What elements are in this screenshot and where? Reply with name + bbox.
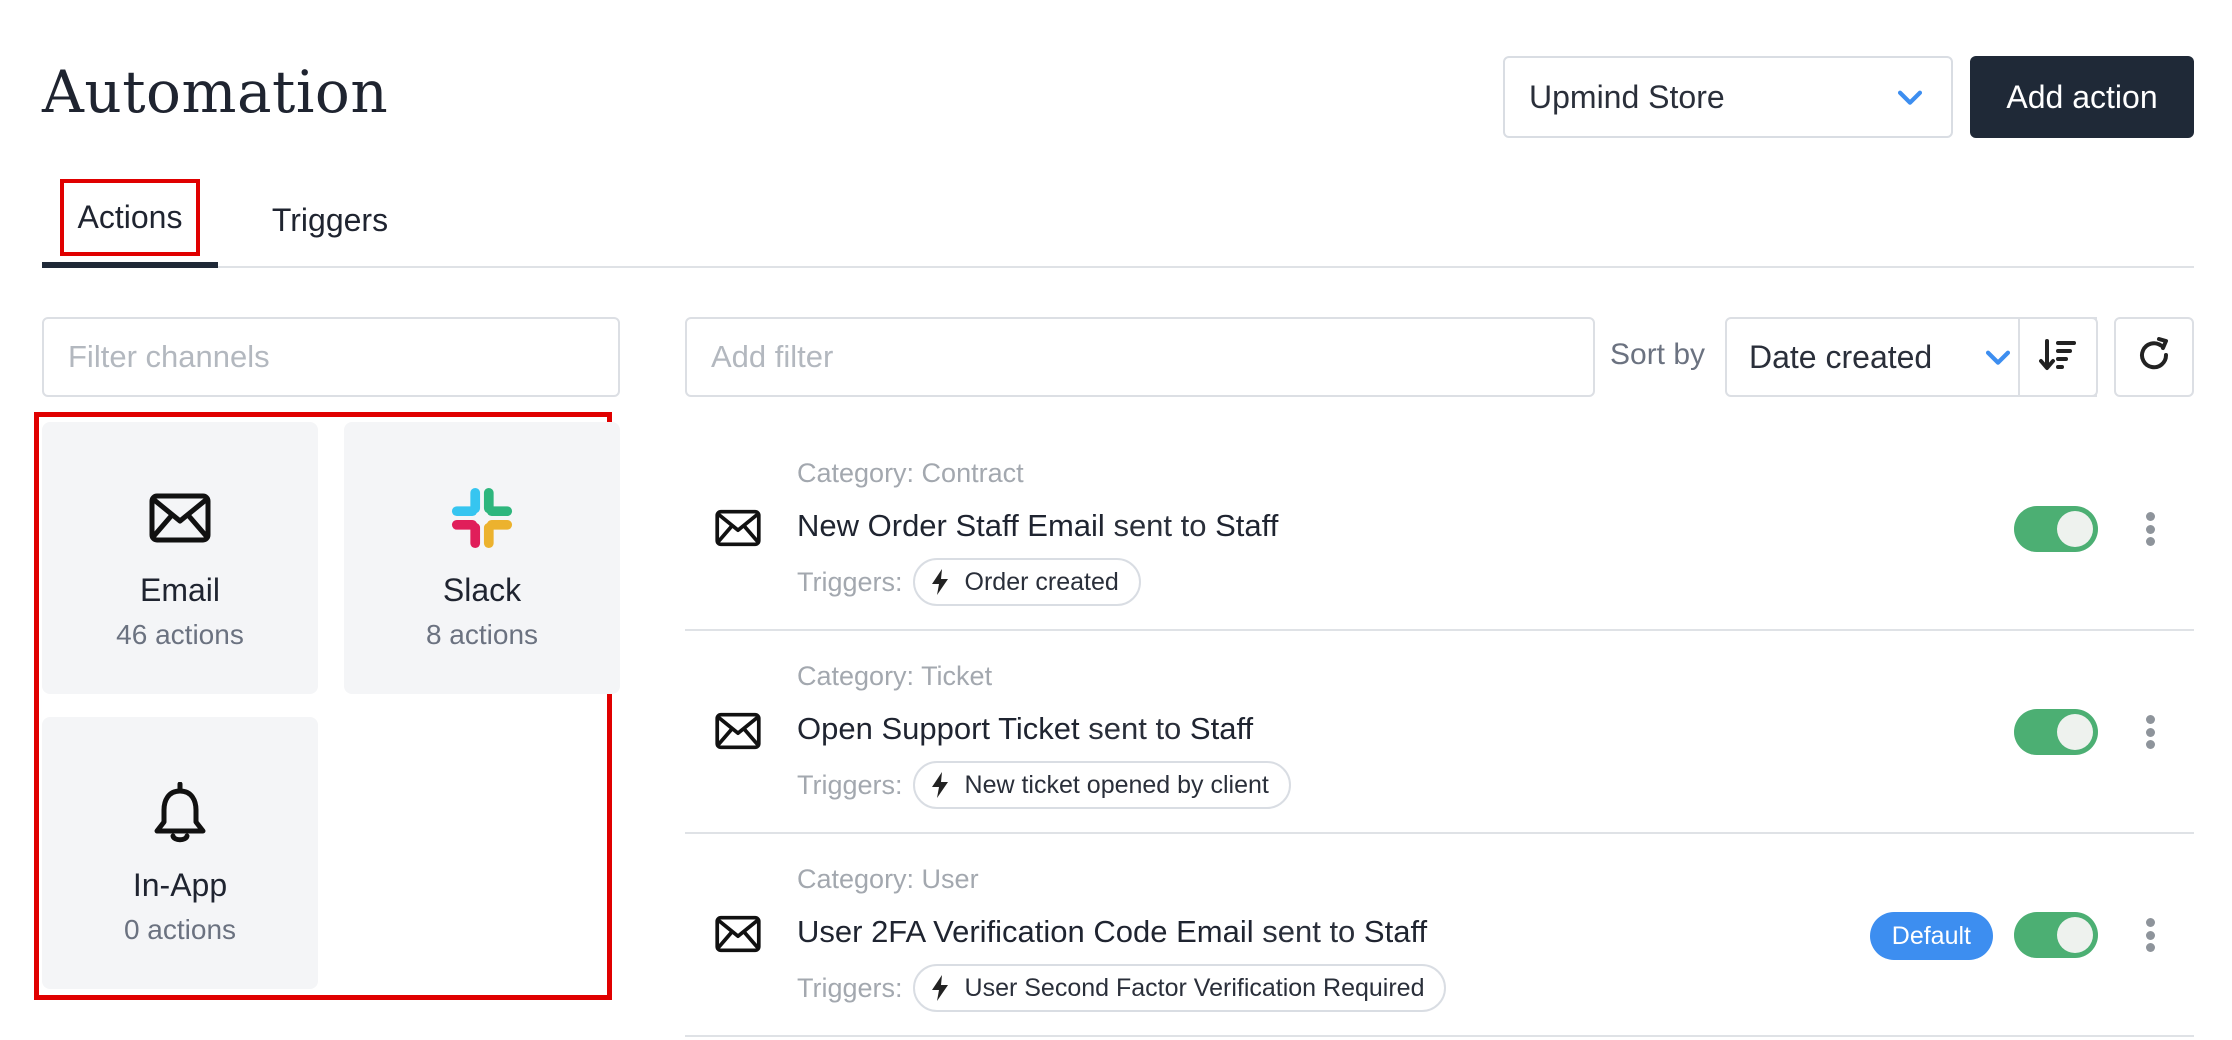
trigger-name: Order created [964,567,1119,596]
list-item[interactable]: Category: Contract New Order Staff Email… [685,428,2194,631]
action-enabled-toggle[interactable] [2014,912,2098,958]
refresh-icon [2135,336,2173,379]
triggers-label: Triggers: [797,566,903,597]
action-name: Open Support Ticket [797,711,1080,746]
action-sent-to: sent to [1088,711,1182,746]
default-badge: Default [1869,912,1993,960]
action-triggers: Triggers: Order created [797,558,1141,606]
channels-grid: Email 46 actions Slack 8 actions In-App … [34,412,620,1000]
channel-card-email[interactable]: Email 46 actions [42,422,318,694]
tab-actions-label: Actions [59,178,201,256]
store-select[interactable]: Upmind Store [1503,56,1953,138]
store-select-value: Upmind Store [1529,78,1725,115]
lightning-icon [931,569,948,595]
filter-channels-input[interactable] [42,317,620,397]
toggle-knob [2057,714,2093,750]
tab-bar: Actions Triggers [42,172,2194,268]
tab-triggers-label: Triggers [271,201,389,238]
chevron-down-icon [1981,340,2015,374]
action-enabled-toggle[interactable] [2014,506,2098,552]
channel-name: Email [139,572,220,608]
channel-count: 46 actions [116,619,244,650]
sort-descending-icon [2039,338,2077,377]
action-recipient: Staff [1363,914,1428,949]
triggers-label: Triggers: [797,769,903,800]
list-item[interactable]: Category: User User 2FA Verification Cod… [685,834,2194,1037]
tab-actions[interactable]: Actions [42,172,218,268]
action-triggers: Triggers: User Second Factor Verificatio… [797,964,1447,1012]
tab-triggers[interactable]: Triggers [250,172,410,268]
action-triggers: Triggers: New ticket opened by client [797,761,1291,809]
action-name: User 2FA Verification Code Email [797,914,1254,949]
envelope-icon [715,914,761,954]
more-options-icon[interactable] [2144,715,2156,749]
channel-card-in-app[interactable]: In-App 0 actions [42,717,318,989]
sort-direction-button[interactable] [2018,317,2098,397]
trigger-pill[interactable]: Order created [912,558,1141,606]
trigger-name: New ticket opened by client [964,770,1269,799]
actions-list: Category: Contract New Order Staff Email… [685,428,2194,1037]
bell-icon [148,781,212,845]
action-sent-to: sent to [1262,914,1356,949]
action-sent-to: sent to [1113,508,1207,543]
chevron-down-icon [1893,80,1927,114]
channel-name: In-App [132,867,228,903]
action-name: New Order Staff Email [797,508,1105,543]
trigger-pill[interactable]: User Second Factor Verification Required [912,964,1447,1012]
envelope-icon [148,486,212,550]
toggle-knob [2057,917,2093,953]
slack-logo-icon [450,486,514,550]
add-action-button[interactable]: Add action [1970,56,2194,138]
trigger-pill[interactable]: New ticket opened by client [912,761,1291,809]
action-title[interactable]: Open Support Ticket sent to Staff [797,711,1253,747]
envelope-icon [715,711,761,751]
action-title[interactable]: New Order Staff Email sent to Staff [797,508,1278,544]
action-category: Category: Ticket [797,661,993,691]
trigger-name: User Second Factor Verification Required [964,973,1425,1002]
add-filter-input[interactable] [685,317,1595,397]
sort-select-value: Date created [1749,338,1933,375]
more-options-icon[interactable] [2144,512,2156,546]
lightning-icon [931,975,948,1001]
triggers-label: Triggers: [797,972,903,1003]
action-recipient: Staff [1215,508,1279,543]
sort-by-label: Sort by [1610,338,1706,371]
envelope-icon [715,508,761,548]
action-title[interactable]: User 2FA Verification Code Email sent to… [797,914,1427,950]
action-recipient: Staff [1189,711,1254,746]
list-item[interactable]: Category: Ticket Open Support Ticket sen… [685,631,2194,834]
channel-card-slack[interactable]: Slack 8 actions [344,422,620,694]
channel-name: Slack [442,572,522,608]
more-options-icon[interactable] [2144,918,2156,952]
toggle-knob [2057,511,2093,547]
action-category: Category: User [797,864,979,894]
action-category: Category: Contract [797,458,1024,488]
page-title: Automation [42,58,389,126]
lightning-icon [931,772,948,798]
refresh-button[interactable] [2114,317,2194,397]
channel-count: 8 actions [425,619,539,650]
action-enabled-toggle[interactable] [2014,709,2098,755]
channel-count: 0 actions [123,914,237,945]
